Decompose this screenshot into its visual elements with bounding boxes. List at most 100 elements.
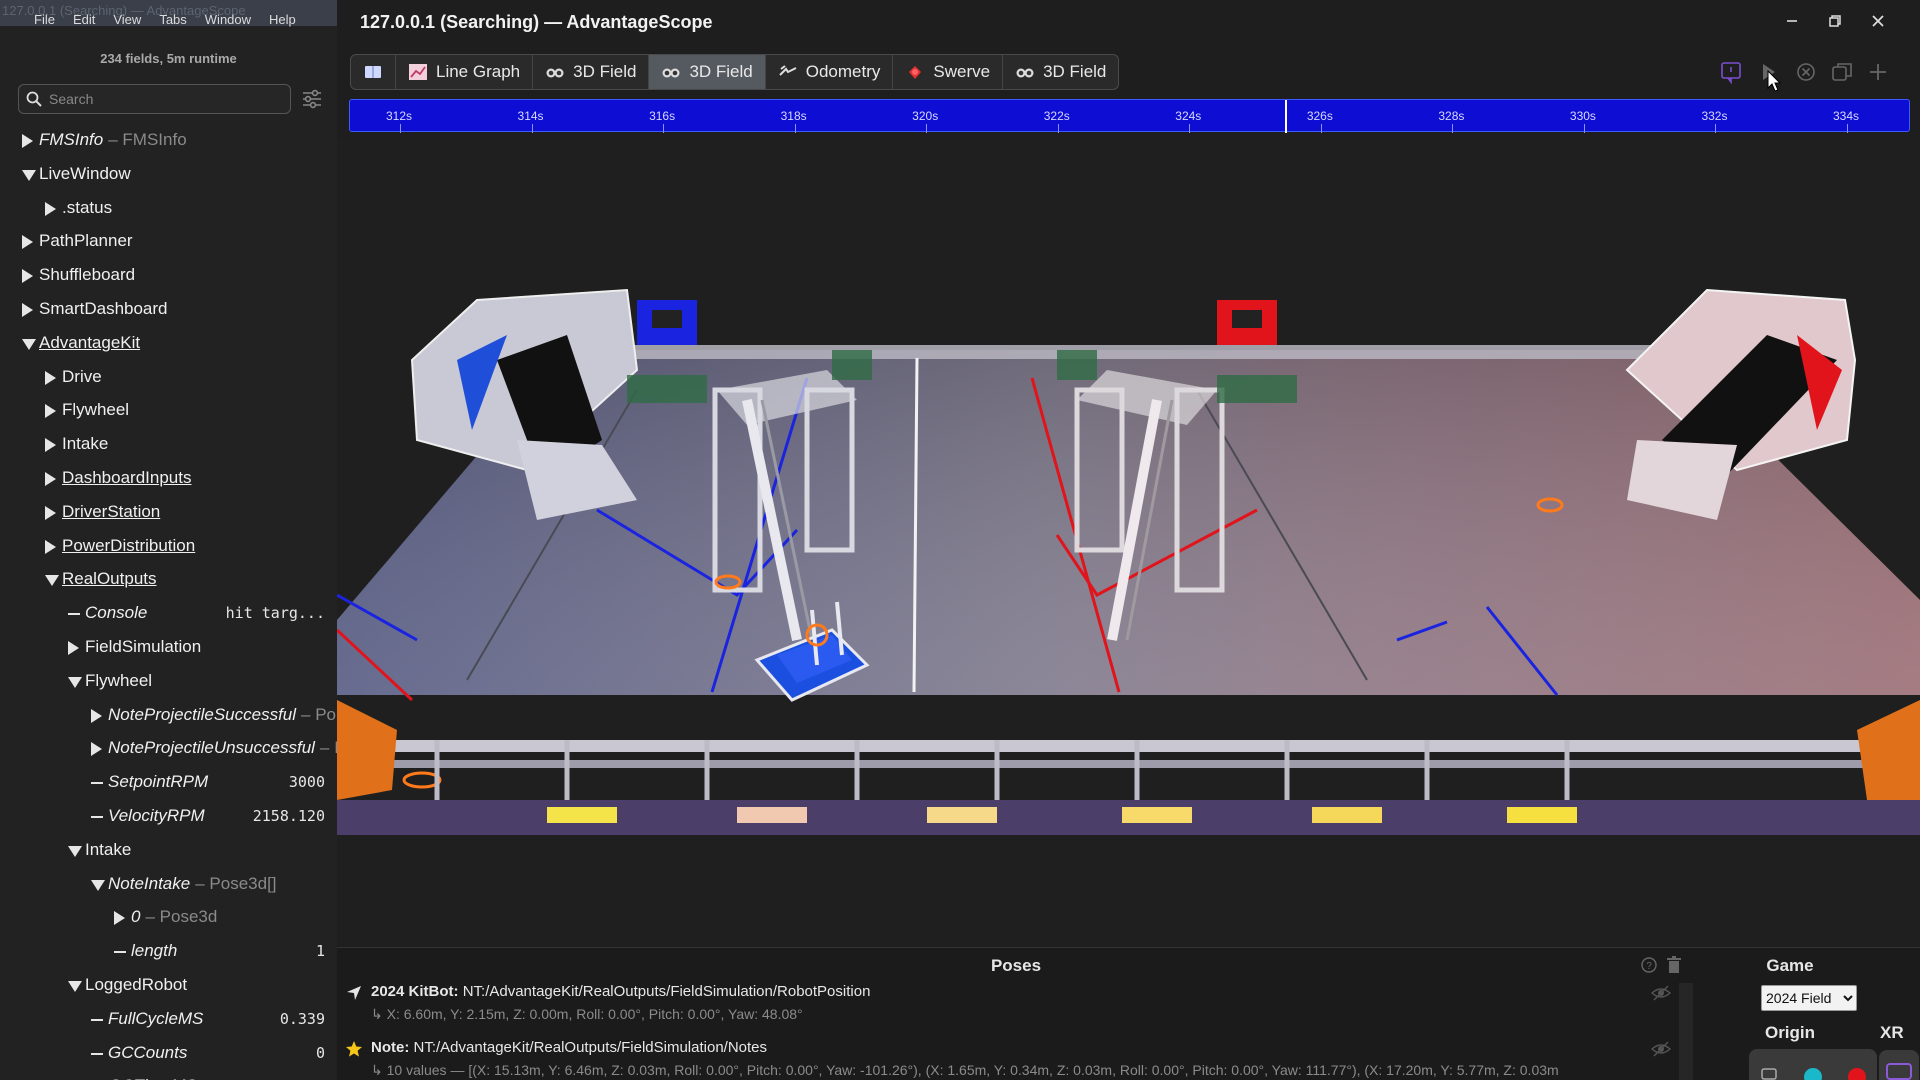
expand-right-icon[interactable] <box>45 438 56 453</box>
tree-node[interactable]: 0– Pose3d <box>0 901 337 935</box>
menu-item-help[interactable]: Help <box>269 12 296 27</box>
tree-node[interactable]: Shuffleboard <box>0 259 337 293</box>
new-window-icon[interactable] <box>1830 60 1854 84</box>
origin-red-icon[interactable] <box>1837 1049 1877 1080</box>
tree-node[interactable]: DriverStation <box>0 496 337 530</box>
menu-item-view[interactable]: View <box>113 12 141 27</box>
tree-node[interactable]: Flywheel <box>0 665 337 699</box>
tree-node[interactable]: RealOutputs <box>0 563 337 597</box>
tab-3d-field[interactable]: 3D Field <box>1003 55 1118 89</box>
tree-node[interactable]: PowerDistribution <box>0 530 337 564</box>
menu-item-edit[interactable]: Edit <box>73 12 95 27</box>
expand-right-icon[interactable] <box>68 640 79 655</box>
eye-hidden-icon[interactable] <box>1651 1040 1671 1058</box>
tree-node[interactable]: AdvantageKit <box>0 327 337 361</box>
trash-icon[interactable] <box>1665 956 1683 974</box>
tree-node[interactable]: GCTimeMS0 <box>0 1070 337 1080</box>
tree-node[interactable]: LiveWindow <box>0 158 337 192</box>
tree-node[interactable]: FullCycleMS 0.339 <box>0 1003 337 1037</box>
tree-node[interactable]: NoteProjectileUnsuccessful – I <box>0 732 337 766</box>
tree-node-label: FieldSimulation <box>85 637 201 657</box>
expand-right-icon[interactable] <box>91 742 102 757</box>
expand-right-icon[interactable] <box>45 471 56 486</box>
tree-node[interactable]: FMSInfo – FMSInfo <box>0 124 337 158</box>
expand-right-icon[interactable] <box>45 539 56 554</box>
expand-right-icon[interactable] <box>45 201 56 216</box>
timeline-tick-label: 312s <box>386 109 413 123</box>
tree-node[interactable]: length 1 <box>0 935 337 969</box>
expand-right-icon[interactable] <box>45 370 56 385</box>
tab-documentation[interactable] <box>351 55 396 89</box>
tree-node[interactable]: GCCounts 0 <box>0 1037 337 1071</box>
origin-label: Origin <box>1764 1023 1816 1042</box>
game-panel: Game 2024 Field Origin XR <box>1695 947 1920 1080</box>
xr-icon[interactable] <box>1879 1050 1919 1080</box>
expand-right-icon[interactable] <box>22 134 33 148</box>
origin-left-icon[interactable] <box>1749 1049 1789 1080</box>
close-window-icon[interactable] <box>1867 10 1889 32</box>
origin-blue-icon[interactable] <box>1793 1049 1833 1080</box>
tree-node[interactable]: .status <box>0 192 337 226</box>
expand-right-icon[interactable] <box>22 235 33 250</box>
tab-3d-field[interactable]: 3D Field <box>533 55 650 89</box>
tree-node[interactable]: NoteProjectileSuccessful – Po <box>0 699 337 733</box>
tree-node[interactable]: Console hit targ... <box>0 597 337 631</box>
expand-right-icon[interactable] <box>45 404 56 419</box>
game-select[interactable]: 2024 Field <box>1761 985 1857 1011</box>
search-input[interactable] <box>49 89 281 109</box>
tree-node[interactable]: SetpointRPM 3000 <box>0 766 337 800</box>
menu-item-window[interactable]: Window <box>205 12 251 27</box>
tree-node-value: 0.339 <box>279 1009 325 1028</box>
field-3d-viewport[interactable] <box>337 140 1920 945</box>
tree-node[interactable]: SmartDashboard <box>0 293 337 327</box>
expand-right-icon[interactable] <box>45 505 56 520</box>
menu-item-tabs[interactable]: Tabs <box>159 12 186 27</box>
expand-right-icon[interactable] <box>114 911 125 926</box>
restore-icon[interactable] <box>1824 10 1846 32</box>
tree-node-type: – Pose3d[] <box>195 873 277 893</box>
tree-node[interactable]: Drive <box>0 361 337 395</box>
tab-odometry[interactable]: Odometry <box>766 55 894 89</box>
help-icon[interactable]: ? <box>1640 956 1658 974</box>
menu-item-file[interactable]: File <box>34 12 55 27</box>
timeline-tick-mark <box>794 124 796 133</box>
expand-down-icon[interactable] <box>68 980 82 992</box>
tree-node-name: FMSInfo <box>39 130 104 149</box>
expand-down-icon[interactable] <box>68 845 82 857</box>
timeline-cursor[interactable] <box>1285 100 1287 133</box>
tree-node[interactable]: Intake <box>0 834 337 868</box>
popup-window-icon[interactable] <box>1719 60 1743 84</box>
expand-right-icon[interactable] <box>91 708 102 723</box>
expand-down-icon[interactable] <box>22 169 36 181</box>
tree-node[interactable]: Intake <box>0 428 337 462</box>
app-window: 127.0.0.1 (Searching) — AdvantageScope F… <box>0 0 1920 1080</box>
search-box[interactable] <box>18 84 291 114</box>
tab-swerve[interactable]: Swerve <box>893 55 1004 89</box>
timeline-bar[interactable]: 312s 314s 316s 318s 320s 322s 324s 326s 328s 330s… <box>349 99 1910 133</box>
expand-right-icon[interactable] <box>22 269 33 284</box>
expand-right-icon[interactable] <box>22 302 33 317</box>
add-tab-icon[interactable] <box>1866 60 1890 84</box>
close-tab-icon[interactable] <box>1794 60 1818 84</box>
filter-sliders-icon[interactable] <box>301 88 323 110</box>
tree-node[interactable]: DashboardInputs <box>0 462 337 496</box>
minimize-icon[interactable] <box>1781 10 1803 32</box>
tree-node[interactable]: FieldSimulation <box>0 631 337 665</box>
tree-node[interactable]: Flywheel <box>0 394 337 428</box>
expand-down-icon[interactable] <box>68 676 82 688</box>
tree-node[interactable]: PathPlanner <box>0 225 337 259</box>
robot-arrow-icon <box>347 986 361 1000</box>
eye-hidden-icon[interactable] <box>1651 984 1671 1002</box>
tab-3d-field[interactable]: 3D Field <box>649 55 766 89</box>
tree-node[interactable]: VelocityRPM 2158.120 <box>0 800 337 834</box>
poses-scrollbar[interactable] <box>1679 983 1693 1080</box>
expand-down-icon[interactable] <box>91 879 105 891</box>
tree-node[interactable]: LoggedRobot <box>0 969 337 1003</box>
tab-line-graph[interactable]: Line Graph <box>396 55 534 89</box>
origin-buttons <box>1749 1049 1877 1080</box>
expand-down-icon[interactable] <box>22 338 36 350</box>
expand-down-icon[interactable] <box>45 575 59 587</box>
tree-node[interactable]: NoteIntake – Pose3d[] <box>0 868 337 902</box>
tree-node-name: DashboardInputs <box>62 467 192 487</box>
timeline-tick-mark <box>1057 124 1059 133</box>
